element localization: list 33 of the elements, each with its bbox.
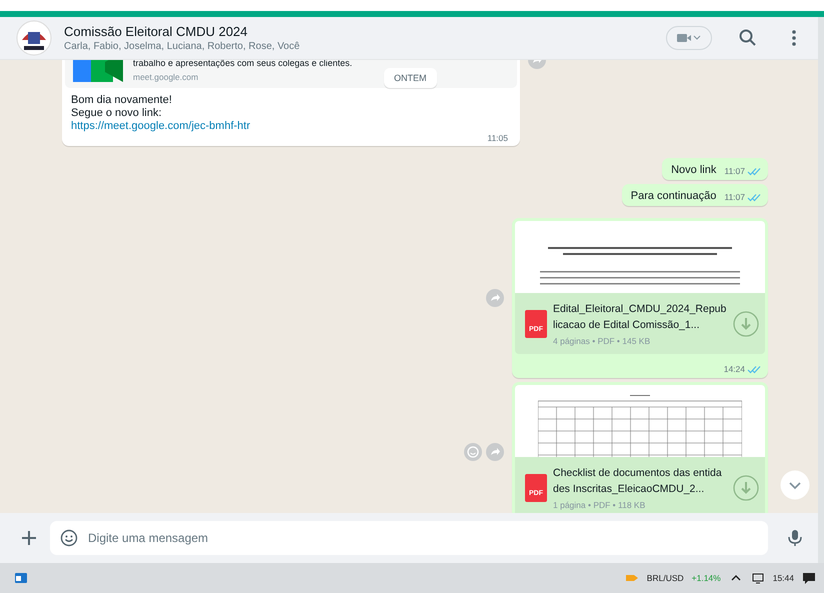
message-time: 11:07 xyxy=(724,166,745,176)
clock: 15:44 xyxy=(772,573,794,583)
video-call-button[interactable] xyxy=(666,26,712,50)
group-emblem-avatar[interactable] xyxy=(16,20,52,56)
microphone-icon[interactable] xyxy=(786,529,804,547)
message-time: 14:24 xyxy=(724,364,745,374)
date-chip: ONTEM xyxy=(384,68,436,88)
search-icon[interactable] xyxy=(738,28,758,48)
notification-icon[interactable] xyxy=(802,571,816,585)
file-name: Edital_Eleitoral_CMDU_2024_Republicacao de Edital Comissão_1... xyxy=(553,302,727,333)
message-text: Bom dia novamente! xyxy=(71,94,172,106)
message-time: 11:05 xyxy=(487,133,508,143)
link-domain: meet.google.com xyxy=(133,72,200,82)
scroll-down-button[interactable] xyxy=(780,470,810,500)
message-text: Novo link xyxy=(671,164,716,176)
currency-pair: BRL/USD xyxy=(646,573,684,583)
participants-list: Carla, Fabio, Joselma, Luciana, Roberto, Rose, Você xyxy=(64,41,654,52)
message-text: Segue o novo link: xyxy=(71,107,162,119)
file-details: 1 página • PDF • 118 KB xyxy=(553,500,646,510)
message-text: Para continuação xyxy=(630,190,716,202)
emoji-icon[interactable] xyxy=(60,529,78,547)
currency-change: +1.14% xyxy=(692,573,721,583)
file-name: Checklist de documentos das entidades Inscritas_EleicaoCMDU_2... xyxy=(553,466,723,497)
video-meeting-logo-icon xyxy=(73,60,123,82)
monitor-icon[interactable] xyxy=(750,571,765,585)
message-time: 11:07 xyxy=(724,192,745,202)
message-input-field[interactable]: Digite uma mensagem xyxy=(50,521,768,555)
attach-plus-icon[interactable] xyxy=(20,529,38,547)
file-details: 4 páginas • PDF • 145 KB xyxy=(553,336,652,346)
message-link[interactable]: https://meet.google.com/jec-bmhf-htr xyxy=(71,120,250,132)
video-camera-icon xyxy=(677,32,701,44)
mail-app-icon[interactable] xyxy=(14,571,28,585)
chat-title[interactable]: Comissão Eleitoral CMDU 2024 xyxy=(64,24,654,39)
